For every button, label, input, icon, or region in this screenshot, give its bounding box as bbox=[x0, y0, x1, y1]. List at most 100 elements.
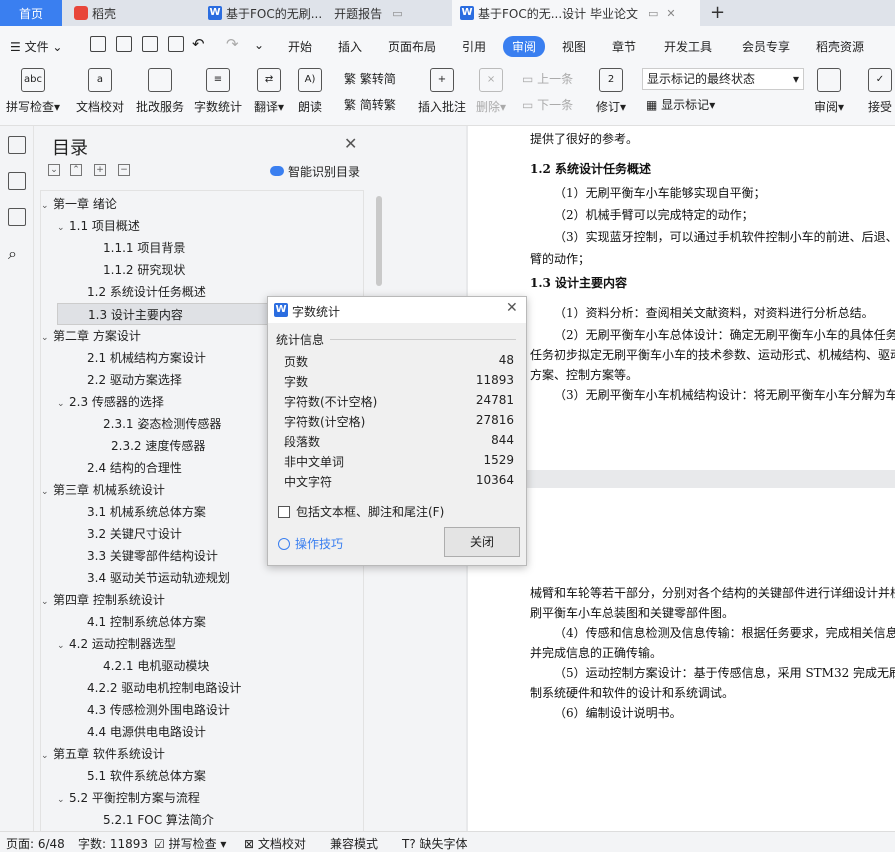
toc-item[interactable]: 4.2.2 驱动电机控制电路设计 bbox=[87, 677, 241, 699]
close-button[interactable]: 关闭 bbox=[444, 527, 520, 557]
review-pane-button[interactable]: 审阅▾ bbox=[814, 68, 844, 115]
chevron-down-icon[interactable]: ⌄ bbox=[57, 635, 69, 657]
menu-developer[interactable]: 开发工具 bbox=[664, 38, 712, 55]
close-icon[interactable]: ✕ bbox=[344, 134, 357, 153]
toc-item[interactable]: 4.1 控制系统总体方案 bbox=[87, 611, 206, 633]
chevron-down-icon[interactable]: ⌄ bbox=[41, 591, 53, 613]
batch-service-button[interactable]: 批改服务 bbox=[136, 68, 184, 115]
proofread-button[interactable]: a 文档校对 bbox=[76, 68, 124, 115]
close-icon[interactable]: ✕ bbox=[506, 300, 518, 316]
close-tab-icon[interactable]: ✕ bbox=[666, 7, 675, 20]
trad-to-simp-button[interactable]: 繁 繁转简 bbox=[344, 70, 396, 87]
monitor-icon[interactable]: ▭ bbox=[392, 7, 402, 20]
toc-item[interactable]: 3.2 关键尺寸设计 bbox=[87, 523, 182, 545]
toc-item[interactable]: 2.2 驱动方案选择 bbox=[87, 369, 182, 391]
word-count-button[interactable]: ≡ 字数统计 bbox=[194, 68, 242, 115]
toc-item[interactable]: ⌄ 第一章 绪论 bbox=[41, 193, 117, 215]
level-up-icon[interactable]: ⌃ bbox=[70, 164, 82, 176]
add-heading-icon[interactable]: + bbox=[94, 164, 106, 176]
simp-to-trad-button[interactable]: 繁 简转繁 bbox=[344, 96, 396, 113]
chapter-nav-icon[interactable] bbox=[8, 172, 26, 190]
status-spell-check[interactable]: ☑ 拼写检查 ▾ bbox=[154, 835, 226, 852]
toc-item[interactable]: ⌄ 第四章 控制系统设计 bbox=[41, 589, 165, 611]
chevron-down-icon[interactable]: ⌄ bbox=[57, 393, 69, 415]
bookmark-icon[interactable] bbox=[8, 208, 26, 226]
toc-item[interactable]: 1.2 系统设计任务概述 bbox=[87, 281, 206, 303]
tab-proposal[interactable]: W 基于FOC的无刷... 开题报告 ▭ bbox=[200, 0, 450, 26]
save-icon[interactable] bbox=[90, 36, 106, 52]
preview-icon[interactable] bbox=[168, 36, 184, 52]
chevron-down-icon[interactable]: ⌄ bbox=[41, 195, 53, 217]
menu-member[interactable]: 会员专享 bbox=[742, 38, 790, 55]
toc-item[interactable]: 2.1 机械结构方案设计 bbox=[87, 347, 206, 369]
spell-check-button[interactable]: abc 拼写检查▾ bbox=[6, 68, 60, 115]
tips-link[interactable]: 操作技巧 bbox=[278, 535, 343, 552]
toc-item[interactable]: 3.3 关键零部件结构设计 bbox=[87, 545, 218, 567]
export-icon[interactable] bbox=[116, 36, 132, 52]
revise-button[interactable]: 2 修订▾ bbox=[596, 68, 626, 115]
remove-heading-icon[interactable]: − bbox=[118, 164, 130, 176]
toc-item[interactable]: ⌄ 第二章 方案设计 bbox=[41, 325, 141, 347]
read-aloud-button[interactable]: A) 朗读 bbox=[298, 68, 322, 115]
status-proofread[interactable]: ⊠ 文档校对 bbox=[244, 835, 306, 852]
new-tab-icon[interactable]: + bbox=[710, 2, 725, 23]
missing-font[interactable]: T? 缺失字体 bbox=[402, 835, 468, 852]
toc-item[interactable]: ⌄ 2.3 传感器的选择 bbox=[57, 391, 164, 413]
print-icon[interactable] bbox=[142, 36, 158, 52]
chevron-down-icon[interactable]: ⌄ bbox=[41, 745, 53, 767]
tab-docer[interactable]: 稻壳 bbox=[66, 0, 196, 26]
chevron-down-icon[interactable]: ⌄ bbox=[57, 789, 69, 811]
menu-chapter[interactable]: 章节 bbox=[612, 38, 636, 55]
search-icon[interactable]: ⌕ bbox=[8, 244, 17, 264]
next-button[interactable]: ▭ 下一条 bbox=[522, 96, 573, 113]
collapse-all-icon[interactable]: ⌄ bbox=[48, 164, 60, 176]
toc-item[interactable]: 4.3 传感检测外围电路设计 bbox=[87, 699, 230, 721]
menu-view[interactable]: 视图 bbox=[562, 38, 586, 55]
toc-item[interactable]: 5.1 软件系统总体方案 bbox=[87, 765, 206, 787]
accept-button[interactable]: ✓ 接受 bbox=[868, 68, 892, 115]
delete-comment-button[interactable]: × 删除▾ bbox=[476, 68, 506, 115]
file-menu[interactable]: ☰ 文件 ⌄ bbox=[10, 38, 62, 55]
toc-scrollbar[interactable] bbox=[376, 196, 382, 286]
menu-start[interactable]: 开始 bbox=[288, 38, 312, 55]
undo-icon[interactable]: ↶ bbox=[192, 35, 205, 53]
toc-item[interactable]: ⌄ 第五章 软件系统设计 bbox=[41, 743, 165, 765]
chevron-down-icon[interactable]: ⌄ bbox=[41, 327, 53, 349]
show-markup-button[interactable]: ▦ 显示标记▾ bbox=[646, 96, 715, 113]
toc-item[interactable]: 4.4 电源供电电路设计 bbox=[87, 721, 206, 743]
chevron-down-icon[interactable]: ⌄ bbox=[57, 217, 69, 239]
smart-toc-button[interactable]: 智能识别目录 bbox=[270, 163, 360, 180]
toc-item[interactable]: ⌄ 第三章 机械系统设计 bbox=[41, 479, 165, 501]
toc-item[interactable]: 4.2.1 电机驱动模块 bbox=[103, 655, 209, 677]
toc-item[interactable]: ⌄ 4.2 运动控制器选型 bbox=[57, 633, 176, 655]
insert-comment-button[interactable]: + 插入批注 bbox=[418, 68, 466, 115]
more-icon[interactable]: ⌄ bbox=[254, 38, 264, 52]
toc-item[interactable]: 1.1.2 研究现状 bbox=[103, 259, 185, 281]
menu-docer-resources[interactable]: 稻壳资源 bbox=[816, 38, 864, 55]
toc-icon[interactable] bbox=[8, 136, 26, 154]
menu-layout[interactable]: 页面布局 bbox=[388, 38, 436, 55]
chevron-down-icon[interactable]: ⌄ bbox=[41, 481, 53, 503]
menu-review[interactable]: 审阅 bbox=[503, 36, 546, 57]
translate-button[interactable]: ⇄ 翻译▾ bbox=[254, 68, 284, 115]
tab-home[interactable]: 首页 bbox=[0, 0, 62, 26]
toc-item[interactable]: 2.4 结构的合理性 bbox=[87, 457, 182, 479]
toc-item[interactable]: 1.1.1 项目背景 bbox=[103, 237, 185, 259]
toc-item[interactable]: 2.3.2 速度传感器 bbox=[111, 435, 205, 457]
include-textbox-checkbox[interactable]: 包括文本框、脚注和尾注(F) bbox=[278, 503, 444, 520]
previous-button[interactable]: ▭ 上一条 bbox=[522, 70, 573, 87]
toc-item[interactable]: 3.1 机械系统总体方案 bbox=[87, 501, 206, 523]
toc-item[interactable]: 5.2.1 FOC 算法简介 bbox=[103, 809, 214, 831]
toc-item[interactable]: 3.4 驱动关节运动轨迹规划 bbox=[87, 567, 230, 589]
menu-reference[interactable]: 引用 bbox=[462, 38, 486, 55]
menu-insert[interactable]: 插入 bbox=[338, 38, 362, 55]
redo-icon[interactable]: ↷ bbox=[226, 35, 239, 53]
markup-state-select[interactable]: 显示标记的最终状态 ▾ bbox=[642, 68, 804, 90]
toc-item[interactable]: ⌄ 1.1 项目概述 bbox=[57, 215, 140, 237]
word-count-indicator[interactable]: 字数: 11893 bbox=[78, 835, 148, 852]
toc-item[interactable]: 2.3.1 姿态检测传感器 bbox=[103, 413, 221, 435]
page-indicator[interactable]: 页面: 6/48 bbox=[6, 835, 65, 852]
monitor-icon[interactable]: ▭ bbox=[648, 7, 658, 20]
toc-item[interactable]: ⌄ 5.2 平衡控制方案与流程 bbox=[57, 787, 200, 809]
tab-thesis[interactable]: W 基于FOC的无...设计 毕业论文 ▭ ✕ bbox=[452, 0, 700, 26]
